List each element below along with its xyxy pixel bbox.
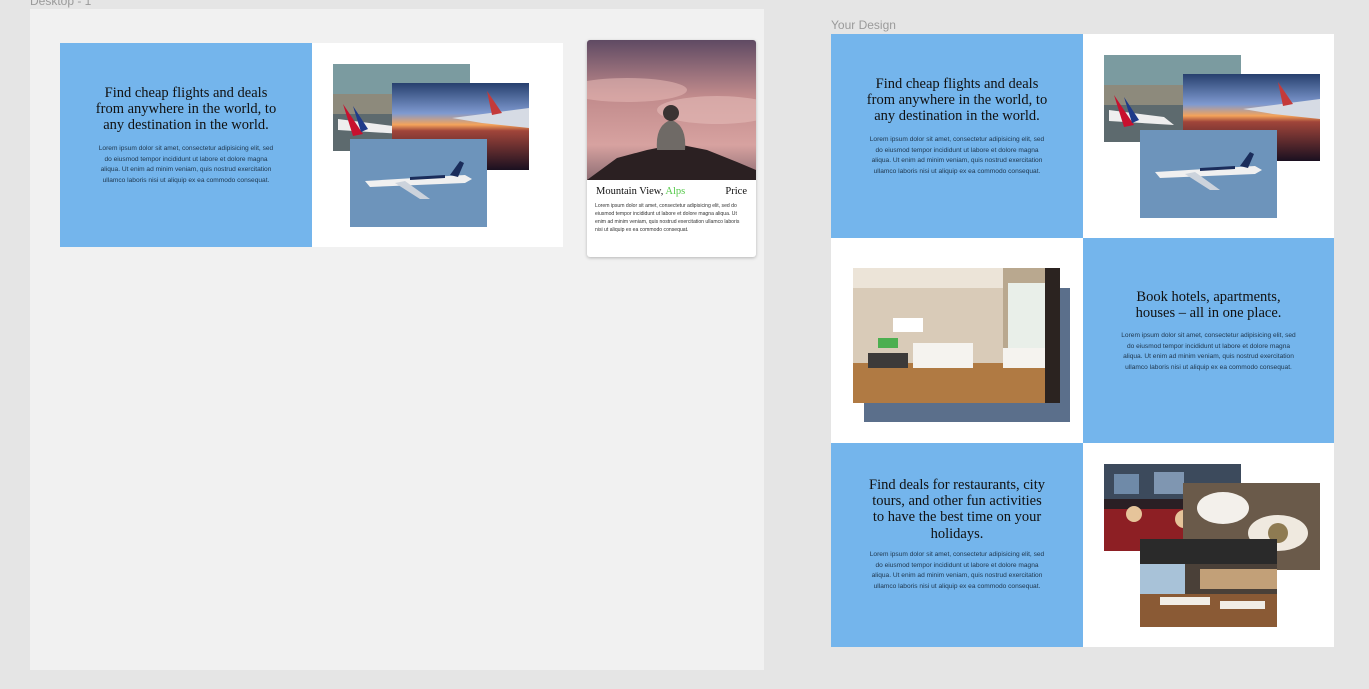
design-flights-text-panel: Find cheap flights and deals from anywhe… <box>831 34 1083 238</box>
design-hotels-image-panel <box>831 238 1083 443</box>
design-restaurants-image-panel <box>1083 443 1334 647</box>
design-restaurants-heading: Find deals for restaurants, city tours, … <box>869 477 1045 542</box>
destination-card[interactable]: Mountain View, Alps Price Lorem ipsum do… <box>587 40 756 257</box>
design-flights-heading: Find cheap flights and deals from anywhe… <box>866 76 1048 125</box>
flights-text-panel: Find cheap flights and deals from anywhe… <box>60 43 312 247</box>
card-price: Price <box>725 186 747 197</box>
design-hotels-body: Lorem ipsum dolor sit amet, consectetur … <box>1121 332 1296 371</box>
united-plane-photo <box>350 139 487 227</box>
hotel-room-photo <box>853 268 1060 403</box>
card-title-accent: Alps <box>665 186 686 197</box>
restaurant-hall-photo <box>1140 539 1277 627</box>
design-hotels-text-panel: Book hotels, apartments, houses – all in… <box>1083 238 1334 443</box>
mountain-view-photo <box>587 40 756 180</box>
design-restaurants-text-panel: Find deals for restaurants, city tours, … <box>831 443 1083 647</box>
design-united-plane-photo <box>1140 130 1277 218</box>
card-title: Mountain View, Alps <box>596 186 685 197</box>
card-title-row: Mountain View, Alps Price <box>596 186 747 197</box>
card-title-prefix: Mountain View, <box>596 186 664 197</box>
design-flights-image-panel <box>1083 34 1334 238</box>
flights-image-panel <box>312 43 563 247</box>
design-hotels-heading: Book hotels, apartments, houses – all in… <box>1135 289 1282 322</box>
frame-label-design[interactable]: Your Design <box>831 18 896 32</box>
flights-body: Lorem ipsum dolor sit amet, consectetur … <box>98 145 274 184</box>
artboard-desktop[interactable]: Find cheap flights and deals from anywhe… <box>30 9 764 670</box>
card-description: Lorem ipsum dolor sit amet, consectetur … <box>595 203 740 233</box>
design-flights-body: Lorem ipsum dolor sit amet, consectetur … <box>869 136 1045 175</box>
flights-heading: Find cheap flights and deals from anywhe… <box>95 85 277 134</box>
frame-label-desktop[interactable]: Desktop - 1 <box>30 0 91 8</box>
design-restaurants-body: Lorem ipsum dolor sit amet, consectetur … <box>869 551 1045 590</box>
